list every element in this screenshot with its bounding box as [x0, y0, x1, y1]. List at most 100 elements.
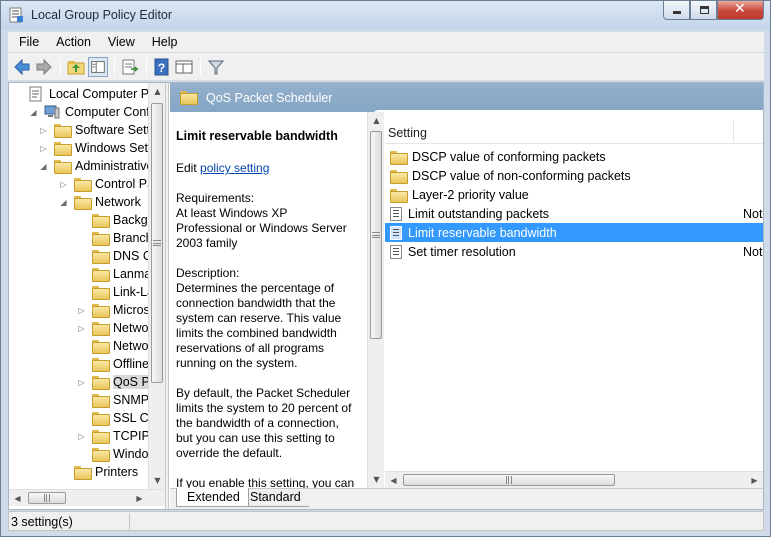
- minimize-button[interactable]: [663, 1, 690, 20]
- tree-item[interactable]: ▷ TCPIP: [77, 427, 150, 445]
- tab-extended[interactable]: Extended: [176, 488, 249, 507]
- list-item[interactable]: DSCP value of non-conforming packets: [385, 166, 763, 185]
- tree-item[interactable]: Backgr: [77, 211, 152, 229]
- up-folder-icon[interactable]: [66, 57, 86, 77]
- menu-help[interactable]: Help: [141, 35, 184, 49]
- menu-file[interactable]: File: [8, 35, 45, 49]
- tree-item[interactable]: Offline: [77, 355, 149, 373]
- folder-icon: [54, 160, 72, 174]
- list-horizontal-scrollbar[interactable]: ◀ ▶: [385, 471, 763, 488]
- pane-splitter[interactable]: [165, 83, 169, 509]
- expand-icon[interactable]: ▷: [77, 378, 86, 387]
- forward-arrow-icon[interactable]: [34, 57, 54, 77]
- expand-icon: [77, 414, 86, 423]
- menu-view[interactable]: View: [97, 35, 141, 49]
- scroll-thumb[interactable]: [28, 492, 66, 504]
- tree-item[interactable]: Branch: [77, 229, 153, 247]
- tab-standard[interactable]: Standard: [240, 488, 309, 507]
- close-button[interactable]: ✕: [717, 1, 764, 20]
- tree-horizontal-scrollbar[interactable]: ◀ ▶: [9, 489, 165, 506]
- svg-text:?: ?: [158, 61, 165, 75]
- scroll-up-arrow-icon[interactable]: ▲: [149, 83, 166, 100]
- enable-text: If you enable this setting, you can use …: [176, 476, 355, 488]
- scroll-thumb[interactable]: [151, 103, 163, 383]
- folder-icon: [92, 232, 110, 246]
- tree-item[interactable]: ▷ Netwo: [77, 319, 148, 337]
- tree-item[interactable]: DNS C: [77, 247, 152, 265]
- tree-item[interactable]: ▷ Micros: [77, 301, 150, 319]
- tree-item[interactable]: ▷ Control Pa: [59, 175, 154, 193]
- tree-item-label: Network: [95, 195, 141, 209]
- description-vertical-scrollbar[interactable]: ▲ ▼: [367, 112, 384, 488]
- tree-item[interactable]: Printers: [59, 463, 138, 481]
- help-icon[interactable]: ?: [152, 57, 172, 77]
- scroll-right-arrow-icon[interactable]: ▶: [746, 472, 763, 489]
- collapse-icon[interactable]: ◢: [39, 162, 48, 171]
- scroll-up-arrow-icon[interactable]: ▲: [368, 112, 385, 129]
- tree-item[interactable]: ◢ Administrative: [39, 157, 154, 175]
- list-item[interactable]: Limit reservable bandwidth: [385, 223, 763, 242]
- expand-icon[interactable]: ▷: [39, 144, 48, 153]
- tree-item[interactable]: ▷ Software Setti: [39, 121, 153, 139]
- tree-item[interactable]: Link-La: [77, 283, 154, 301]
- settings-list: Setting DSCP value of conforming packets…: [385, 120, 763, 488]
- folder-icon: [390, 150, 408, 165]
- list-item[interactable]: Layer-2 priority value: [385, 185, 763, 204]
- tree-item[interactable]: Windo: [77, 445, 148, 463]
- column-header-setting[interactable]: Setting: [388, 126, 427, 140]
- tree-item[interactable]: Lanma: [77, 265, 151, 283]
- scroll-right-arrow-icon[interactable]: ▶: [131, 490, 148, 507]
- tree-item-label: Computer Config: [65, 105, 160, 119]
- expand-icon: [77, 288, 86, 297]
- title-bar[interactable]: Local Group Policy Editor ✕: [1, 1, 770, 30]
- tree-item[interactable]: Local Computer Polic: [13, 85, 165, 103]
- tree-item[interactable]: Netwo: [77, 337, 148, 355]
- expand-icon: [77, 360, 86, 369]
- main-window: Local Group Policy Editor ✕ File Action …: [0, 0, 771, 537]
- list-item[interactable]: Set timer resolution Not: [385, 242, 763, 261]
- menu-action[interactable]: Action: [45, 35, 97, 49]
- expand-icon[interactable]: ▷: [77, 432, 86, 441]
- tree-item-label: Offline: [113, 357, 149, 371]
- tree-item[interactable]: SSL Co: [77, 409, 156, 427]
- back-arrow-icon[interactable]: [12, 57, 32, 77]
- list-item[interactable]: DSCP value of conforming packets: [385, 147, 763, 166]
- edit-policy-link[interactable]: policy setting: [200, 161, 269, 175]
- export-list-icon[interactable]: [120, 57, 140, 77]
- folder-icon: [74, 178, 92, 192]
- scroll-down-arrow-icon[interactable]: ▼: [368, 471, 385, 488]
- filter-icon[interactable]: [206, 57, 226, 77]
- extended-view-icon[interactable]: [174, 57, 194, 77]
- list-column-header: Setting: [385, 120, 763, 144]
- tree-item[interactable]: ◢ Network: [59, 193, 141, 211]
- description-block: Description: Determines the percentage of…: [176, 266, 356, 371]
- collapse-icon[interactable]: ◢: [59, 198, 68, 207]
- tree-item[interactable]: ◢ Computer Config: [29, 103, 160, 121]
- collapse-icon[interactable]: ◢: [29, 108, 38, 117]
- tree-vertical-scrollbar[interactable]: ▲ ▼: [148, 83, 165, 489]
- scroll-thumb[interactable]: [403, 474, 615, 486]
- show-hide-tree-icon[interactable]: [88, 57, 108, 77]
- expand-icon[interactable]: ▷: [77, 324, 86, 333]
- list-item-label: DSCP value of non-conforming packets: [412, 168, 631, 183]
- expand-icon[interactable]: ▷: [77, 306, 86, 315]
- tree-item[interactable]: SNMP: [77, 391, 149, 409]
- list-item-state: Not: [743, 245, 763, 259]
- scroll-left-arrow-icon[interactable]: ◀: [9, 490, 26, 507]
- expand-icon[interactable]: ▷: [59, 180, 68, 189]
- requirements-block: Requirements: At least Windows XP Profess…: [176, 191, 356, 251]
- policy-title: Limit reservable bandwidth: [176, 129, 338, 143]
- folder-icon: [92, 268, 110, 282]
- tree-item[interactable]: ▷ QoS Pa: [77, 373, 157, 391]
- folder-icon: [180, 91, 198, 105]
- folder-icon: [92, 214, 110, 228]
- scroll-left-arrow-icon[interactable]: ◀: [385, 472, 402, 489]
- expand-icon: [77, 450, 86, 459]
- scroll-down-arrow-icon[interactable]: ▼: [149, 472, 166, 489]
- list-item[interactable]: Limit outstanding packets Not: [385, 204, 763, 223]
- maximize-icon: [700, 6, 709, 14]
- tree-item[interactable]: ▷ Windows Sett: [39, 139, 151, 157]
- maximize-button[interactable]: [690, 1, 717, 20]
- expand-icon[interactable]: ▷: [39, 126, 48, 135]
- scroll-thumb[interactable]: [370, 131, 382, 339]
